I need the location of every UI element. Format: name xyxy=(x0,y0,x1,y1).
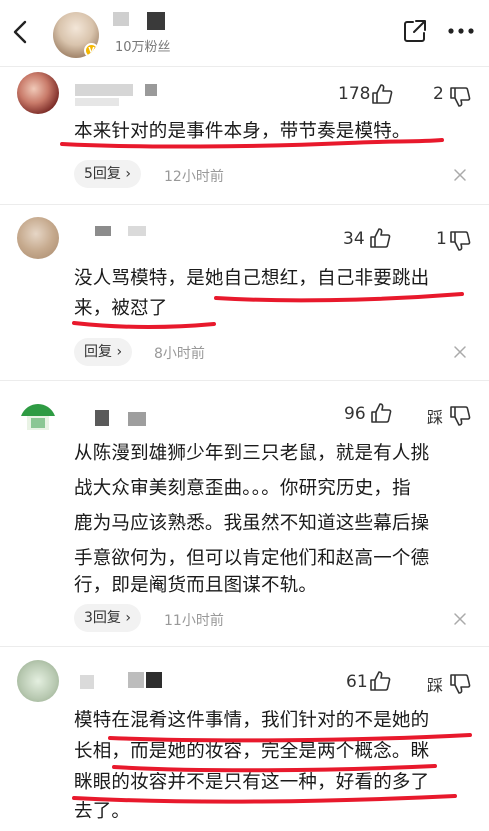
like-count: 61 xyxy=(346,672,368,692)
commenter-name-blurred xyxy=(146,672,162,688)
comment-time: 11小时前 xyxy=(164,613,224,629)
author-name-blurred xyxy=(147,12,165,30)
reply-button[interactable]: 5回复 › xyxy=(74,160,141,188)
reply-button[interactable]: 回复 › xyxy=(74,338,133,366)
comment-text-line: 行，即是阉货而且图谋不轨。 xyxy=(74,575,318,596)
comment-text-line: 战大众审美刻意歪曲。。。你研究历史，指 xyxy=(74,478,411,499)
thumbs-down-icon[interactable] xyxy=(449,86,471,108)
red-underline-marker xyxy=(214,292,464,303)
comment-time: 12小时前 xyxy=(164,169,224,185)
more-options-icon[interactable] xyxy=(447,27,475,35)
fans-count: 10万粉丝 xyxy=(115,40,171,55)
dislike-label: 踩 xyxy=(427,676,444,695)
commenter-name-blurred xyxy=(95,410,109,426)
author-name-blurred xyxy=(113,12,129,26)
thumbs-up-icon[interactable] xyxy=(369,227,391,249)
close-icon[interactable] xyxy=(453,612,467,626)
top-bar: V 10万粉丝 xyxy=(0,0,489,66)
commenter-name-blurred xyxy=(128,412,146,426)
commenter-avatar[interactable] xyxy=(17,72,59,114)
red-underline-marker xyxy=(72,794,457,804)
divider xyxy=(0,66,489,67)
author-avatar[interactable]: V xyxy=(53,12,99,58)
commenter-name-blurred xyxy=(80,675,94,689)
dislike-count: 2 xyxy=(433,84,444,104)
like-count: 34 xyxy=(343,229,365,249)
commenter-name-blurred xyxy=(128,672,144,688)
comment-text-line: 鹿为马应该熟悉。我虽然不知道这些幕后操 xyxy=(74,513,430,534)
commenter-avatar[interactable] xyxy=(17,392,59,434)
close-icon[interactable] xyxy=(453,345,467,359)
commenter-avatar[interactable] xyxy=(17,217,59,259)
thumbs-down-icon[interactable] xyxy=(449,405,471,427)
comment-time: 8小时前 xyxy=(154,346,205,362)
like-count: 178 xyxy=(338,84,371,104)
commenter-name-blurred xyxy=(95,226,111,236)
dislike-label: 踩 xyxy=(427,408,444,427)
divider xyxy=(0,204,489,205)
share-icon[interactable] xyxy=(402,18,428,44)
commenter-name-blurred xyxy=(75,84,133,96)
commenter-name-blurred xyxy=(128,226,146,236)
red-underline-marker xyxy=(60,138,444,149)
red-underline-marker xyxy=(108,733,472,743)
thumbs-up-icon[interactable] xyxy=(371,83,393,105)
reply-button[interactable]: 3回复 › xyxy=(74,604,141,632)
divider xyxy=(0,380,489,381)
like-count: 96 xyxy=(344,404,366,424)
thumbs-up-icon[interactable] xyxy=(369,670,391,692)
close-icon[interactable] xyxy=(453,168,467,182)
thumbs-up-icon[interactable] xyxy=(370,402,392,424)
commenter-name-blurred xyxy=(75,98,119,106)
red-underline-marker xyxy=(112,764,437,773)
verified-badge-icon: V xyxy=(84,43,99,58)
thumbs-down-icon[interactable] xyxy=(449,673,471,695)
commenter-name-blurred xyxy=(145,84,157,96)
thumbs-down-icon[interactable] xyxy=(449,230,471,252)
divider xyxy=(0,646,489,647)
comment-text-line: 从陈漫到雄狮少年到三只老鼠，就是有人挑 xyxy=(74,443,430,464)
red-underline-marker xyxy=(72,321,216,329)
comment-text-line: 手意欲何为，但可以肯定他们和赵高一个德 xyxy=(74,548,430,569)
commenter-avatar[interactable] xyxy=(17,660,59,702)
dislike-count: 1 xyxy=(436,229,447,249)
back-arrow-icon[interactable] xyxy=(8,17,32,47)
